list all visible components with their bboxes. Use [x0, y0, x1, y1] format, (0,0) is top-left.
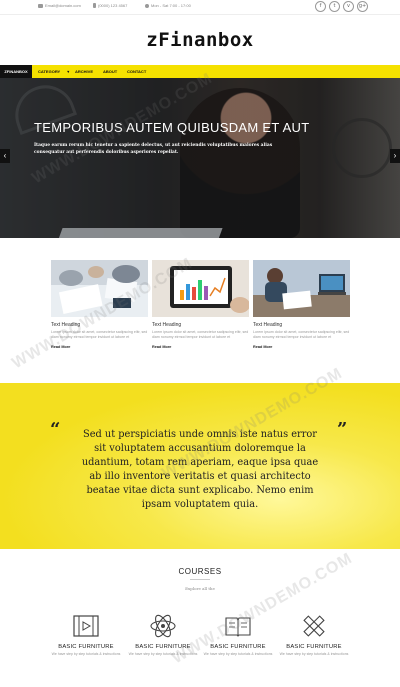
- course-3-text: We have step by step tutorials & instruc…: [203, 652, 273, 656]
- card-1-heading: Text Heading: [51, 322, 81, 328]
- atom-icon: [150, 614, 176, 638]
- quote-text: Sed ut perspiciatis unde omnis iste natu…: [81, 429, 319, 510]
- course-item-2[interactable]: BASIC FURNITURE We have step by step tut…: [128, 613, 198, 657]
- facebook-icon[interactable]: f: [315, 1, 326, 12]
- phone-contact[interactable]: (0000) 123 4567: [93, 3, 127, 8]
- card-3-image: [253, 260, 350, 317]
- clock-icon: [145, 3, 149, 8]
- courses-divider: [190, 579, 210, 580]
- top-contact-bar: Email@domain.com (0000) 123 4567 Mon - S…: [0, 0, 400, 15]
- nav-item-contact[interactable]: CONTACT: [127, 65, 146, 78]
- card-1-image: [51, 260, 148, 317]
- hours-contact: Mon - Sat 7:00 - 17:00: [145, 3, 191, 8]
- google-plus-icon[interactable]: g+: [357, 1, 368, 12]
- nav-item-about[interactable]: ABOUT: [103, 65, 117, 78]
- courses-subtitle: Explore all the: [185, 586, 215, 591]
- vimeo-icon[interactable]: v: [343, 1, 354, 12]
- nav-item-category[interactable]: CATEGORY ▾: [38, 65, 69, 78]
- card-2: Text Heading Lorem ipsum dolor sit amet,…: [152, 260, 249, 349]
- course-1-title: BASIC FURNITURE: [58, 644, 114, 650]
- card-2-read-more[interactable]: Read More: [152, 345, 249, 349]
- close-quote-icon: ”: [337, 419, 348, 440]
- card-1-read-more[interactable]: Read More: [51, 345, 148, 349]
- testimonial-quote: “ ” Sed ut perspiciatis unde omnis iste …: [0, 383, 400, 549]
- nav-brand[interactable]: ZFINANBOX: [0, 65, 32, 78]
- course-2-title: BASIC FURNITURE: [135, 644, 191, 650]
- card-3: Text Heading Lorem ipsum dolor sit amet,…: [253, 260, 350, 349]
- course-2-text: We have step by step tutorials & instruc…: [128, 652, 198, 656]
- hero-slider: TEMPORIBUS AUTEM QUIBUSDAM ET AUT Itaque…: [0, 78, 400, 238]
- card-3-read-more[interactable]: Read More: [253, 345, 350, 349]
- hero-overlay: [0, 78, 400, 238]
- card-2-heading: Text Heading: [152, 322, 182, 328]
- card-2-text: Lorem ipsum dolor sit amet, consectetur …: [152, 330, 249, 340]
- slider-prev-button[interactable]: ‹: [0, 149, 10, 163]
- logo-name: Finanbox: [158, 29, 254, 51]
- course-item-4[interactable]: BASIC FURNITURE We have step by step tut…: [279, 613, 349, 657]
- main-nav: ZFINANBOX CATEGORY ▾ ARCHIVE ABOUT CONTA…: [0, 65, 400, 78]
- card-3-heading: Text Heading: [253, 322, 283, 328]
- course-item-3[interactable]: BASIC FURNITURE We have step by step tut…: [203, 613, 273, 657]
- course-1-text: We have step by step tutorials & instruc…: [51, 652, 121, 656]
- phone-icon: [93, 3, 96, 8]
- nav-item-archive[interactable]: ARCHIVE: [75, 65, 93, 78]
- twitter-icon[interactable]: t: [329, 1, 340, 12]
- site-logo[interactable]: zFinanbox: [0, 29, 400, 51]
- card-2-image: [152, 260, 249, 317]
- card-1-text: Lorem ipsum dolor sit amet, consectetur …: [51, 330, 148, 340]
- course-item-1[interactable]: BASIC FURNITURE We have step by step tut…: [51, 613, 121, 657]
- logo-prefix: z: [146, 29, 159, 51]
- pencil-ruler-icon: [303, 615, 325, 637]
- hours-text: Mon - Sat 7:00 - 17:00: [151, 3, 191, 8]
- open-quote-icon: “: [50, 419, 61, 440]
- hero-title: TEMPORIBUS AUTEM QUIBUSDAM ET AUT: [34, 120, 310, 135]
- book-icon: [225, 617, 251, 637]
- phone-text: (0000) 123 4567: [98, 3, 128, 8]
- envelope-icon: [38, 3, 43, 8]
- courses-title: COURSES: [178, 567, 222, 576]
- course-4-text: We have step by step tutorials & instruc…: [279, 652, 349, 656]
- card-3-text: Lorem ipsum dolor sit amet, consectetur …: [253, 330, 350, 340]
- email-contact[interactable]: Email@domain.com: [38, 3, 81, 8]
- film-icon: [73, 615, 99, 637]
- email-text: Email@domain.com: [45, 3, 81, 8]
- slider-next-button[interactable]: ›: [390, 149, 400, 163]
- course-3-title: BASIC FURNITURE: [210, 644, 266, 650]
- card-1: Text Heading Lorem ipsum dolor sit amet,…: [51, 260, 148, 349]
- nav-category-label: CATEGORY: [38, 69, 61, 74]
- course-4-title: BASIC FURNITURE: [286, 644, 342, 650]
- social-links: f t v g+: [315, 1, 368, 12]
- chevron-down-icon: ▾: [67, 69, 70, 74]
- hero-text: Itaque earum rerum hic tenetur a sapient…: [34, 143, 273, 155]
